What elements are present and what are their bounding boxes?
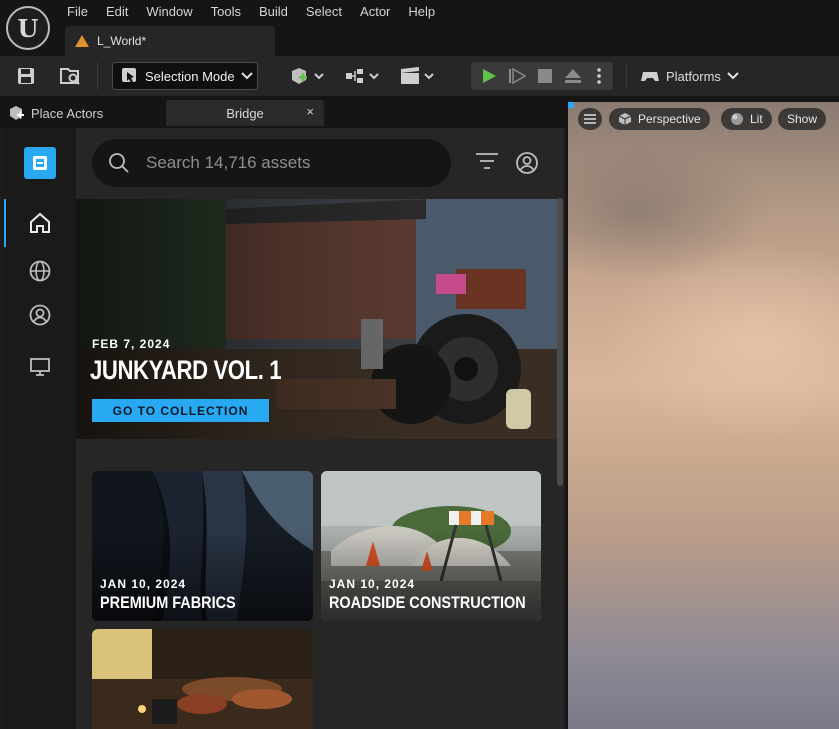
menu-tools[interactable]: Tools [202,0,250,24]
level-viewport[interactable]: Perspective Lit Show [568,102,839,729]
blueprint-icon[interactable] [343,62,381,90]
search-input[interactable] [146,153,426,173]
cinematics-icon[interactable] [398,62,436,90]
search-icon [109,153,129,173]
home-icon[interactable] [28,211,52,235]
save-icon[interactable] [12,62,40,90]
menu-edit[interactable]: Edit [97,0,137,24]
perspective-label: Perspective [638,112,701,126]
globe-icon[interactable] [28,259,52,283]
play-controls [471,62,613,90]
title-bar: U File Edit Window Tools Build Select Ac… [0,0,839,56]
more-options-icon[interactable] [589,62,609,90]
collection-card[interactable]: JAN 10, 2024 PREMIUM FABRICS [92,471,313,621]
card-title: PREMIUM FABRICS [100,593,236,612]
lit-sphere-icon [731,113,743,125]
level-tab[interactable]: L_World* [65,26,275,56]
hero-date: FEB 7, 2024 [92,337,171,351]
select-arrow-icon [122,68,136,83]
featured-collection-banner[interactable]: FEB 7, 2024 JUNKYARD VOL. 1 GO TO COLLEC… [76,199,557,439]
perspective-button[interactable]: Perspective [609,108,710,130]
advance-frame-icon[interactable] [505,62,529,90]
bridge-nav-rail [4,128,76,729]
user-icon[interactable] [28,303,52,327]
platforms-label: Platforms [666,68,721,84]
viewport-menu-icon[interactable] [578,108,602,130]
stop-icon[interactable] [533,62,557,90]
toolbar-divider [97,62,98,90]
selection-mode-label: Selection Mode [145,68,235,84]
gamepad-icon [641,72,659,81]
chevron-down-icon [727,72,739,80]
menu-file[interactable]: File [58,0,97,24]
menu-bar: File Edit Window Tools Build Select Acto… [58,0,444,24]
chevron-down-icon [240,72,253,80]
eject-icon[interactable] [561,62,585,90]
menu-window[interactable]: Window [137,0,201,24]
monitor-icon[interactable] [28,355,52,379]
card-date: JAN 10, 2024 [100,577,187,591]
show-label: Show [787,112,818,126]
nav-active-indicator [4,199,6,247]
food-still-life-image [92,629,313,729]
hero-title: JUNKYARD VOL. 1 [90,355,282,385]
bridge-logo-icon [24,147,56,179]
tab-bridge[interactable]: Bridge × [166,100,324,126]
browse-icon[interactable] [56,62,84,90]
unreal-logo-icon[interactable]: U [6,6,50,50]
collection-card[interactable] [92,629,313,729]
menu-select[interactable]: Select [297,0,351,24]
tab-place-actors[interactable]: Place Actors [0,98,165,128]
toolbar-divider [626,62,627,90]
filter-icon[interactable] [476,152,498,175]
viewport-focus-corner [568,102,574,108]
bridge-panel: FEB 7, 2024 JUNKYARD VOL. 1 GO TO COLLEC… [0,128,566,729]
tab-bridge-label: Bridge [226,105,264,121]
add-actor-icon[interactable] [288,62,326,90]
panel-tab-bar: Place Actors Bridge × [0,98,566,128]
card-title: ROADSIDE CONSTRUCTION [329,593,526,612]
selection-mode-dropdown[interactable]: Selection Mode [112,62,258,90]
lit-label: Lit [750,112,763,126]
scrollbar[interactable] [557,198,563,486]
close-icon[interactable]: × [306,104,314,119]
main-toolbar: Selection Mode Platforms [0,56,839,96]
level-tab-label: L_World* [97,34,147,48]
bridge-content: FEB 7, 2024 JUNKYARD VOL. 1 GO TO COLLEC… [76,128,564,729]
account-icon[interactable] [515,151,539,180]
menu-help[interactable]: Help [399,0,444,24]
level-warning-icon [75,35,89,47]
go-to-collection-button[interactable]: GO TO COLLECTION [92,399,269,422]
asset-search-bar [92,139,451,187]
cube-icon [618,113,632,125]
tab-place-actors-label: Place Actors [31,105,104,121]
play-icon[interactable] [477,62,501,90]
menu-actor[interactable]: Actor [351,0,399,24]
place-actors-icon [10,106,24,120]
platforms-dropdown[interactable]: Platforms [640,62,739,90]
lit-button[interactable]: Lit [721,108,772,130]
menu-build[interactable]: Build [250,0,297,24]
show-button[interactable]: Show [778,108,827,130]
collection-card[interactable]: JAN 10, 2024 ROADSIDE CONSTRUCTION [321,471,541,621]
card-date: JAN 10, 2024 [329,577,416,591]
